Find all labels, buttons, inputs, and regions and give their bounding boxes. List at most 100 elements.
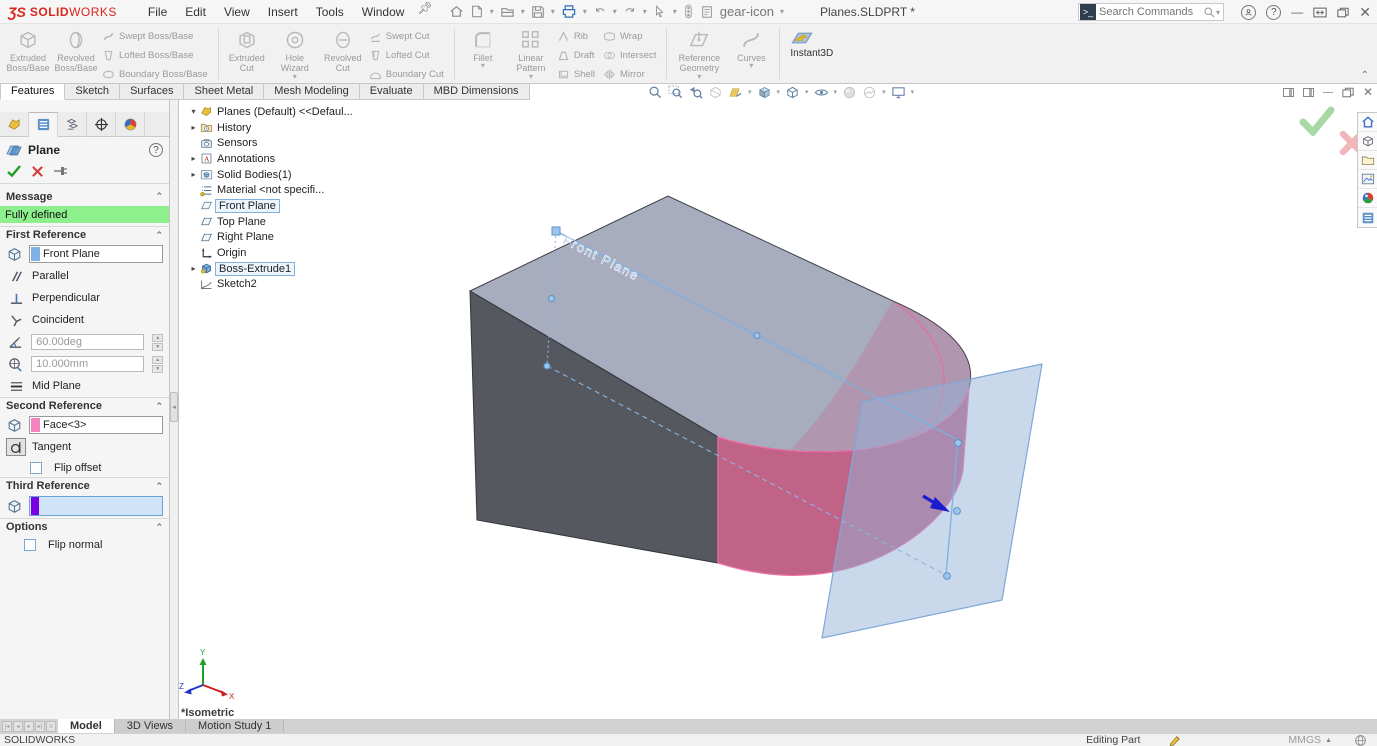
extruded-cut-button[interactable]: Extruded Cut [223,27,271,74]
second-reference-section-header[interactable]: Second Reference⌃ [0,397,169,414]
pin-menu-icon[interactable]: 📌︎ [417,1,432,23]
flip-offset-option[interactable]: Flip offset [0,458,169,477]
view-settings-caret-icon[interactable]: ▾ [911,88,915,96]
coincident-option[interactable]: Coincident [0,309,169,331]
help-icon[interactable]: ? [1266,5,1281,20]
dynamic-annotation-views-icon[interactable] [728,85,743,100]
scroll-prev-icon[interactable]: ◂ [13,721,23,732]
tree-item-label[interactable]: Annotations [217,153,275,165]
tab-configurationmanager-icon[interactable] [58,112,87,137]
third-reference-section-header[interactable]: Third Reference⌃ [0,477,169,494]
tab-sheet-metal[interactable]: Sheet Metal [184,84,264,100]
first-reference-section-header[interactable]: First Reference⌃ [0,226,169,243]
restore-button[interactable] [1337,7,1349,18]
doc-restore-icon[interactable] [1342,87,1354,98]
lofted-cut-button[interactable]: Lofted Cut [369,46,450,65]
swept-boss-button[interactable]: Swept Boss/Base [102,27,214,46]
tree-item-label[interactable]: History [217,122,251,134]
angle-input[interactable]: 60.00deg [31,334,144,350]
file-properties-button[interactable] [698,3,716,21]
flip-normal-option[interactable]: Flip normal [0,535,169,554]
cancel-button[interactable] [31,165,44,178]
custom-properties-icon[interactable] [1358,208,1377,227]
reference-geometry-button[interactable]: Reference Geometry ▾ [671,27,727,80]
swept-cut-button[interactable]: Swept Cut [369,27,450,46]
select-button[interactable] [651,2,669,21]
parallel-option[interactable]: Parallel [0,265,169,287]
tab-sketch[interactable]: Sketch [65,84,120,100]
tab-mesh-modeling[interactable]: Mesh Modeling [264,84,360,100]
status-globe-icon[interactable] [1354,734,1367,746]
extruded-boss-button[interactable]: Extruded Boss/Base [4,27,52,74]
zoom-to-area-icon[interactable] [668,85,683,100]
revolved-boss-button[interactable]: Revolved Boss/Base [52,27,100,74]
curves-button[interactable]: Curves ▾ [727,27,775,69]
tab-featuremanager-icon[interactable] [0,112,29,137]
menu-file[interactable]: File [139,1,176,23]
scroll-next-icon[interactable]: ▸ [24,721,34,732]
zoom-to-fit-icon[interactable] [648,85,663,100]
expand-icon[interactable]: ▸ [187,123,200,132]
print-caret-icon[interactable]: ▾ [583,7,587,16]
account-icon[interactable] [1241,5,1256,20]
collapse-chevron-icon[interactable]: ⌃ [155,522,163,533]
rib-button[interactable]: Rib [557,27,601,46]
redo-button[interactable] [621,3,639,21]
tree-item-label[interactable]: Solid Bodies(1) [217,169,292,181]
instant3d-toggle[interactable]: Instant3D [780,24,843,83]
tree-item-right-plane[interactable]: Right Plane [187,230,402,246]
rebuild-button[interactable] [681,2,696,21]
spin-down-icon[interactable]: ▼ [152,343,163,351]
tab-surfaces[interactable]: Surfaces [120,84,184,100]
scroll-last-icon[interactable]: ▸| [35,721,45,732]
ok-button[interactable] [6,164,22,178]
tree-item-label[interactable]: Material <not specifi... [217,184,324,196]
second-reference-selection-field[interactable]: Face<3> [29,416,163,434]
undo-caret-icon[interactable]: ▾ [613,7,617,16]
home-tab-icon[interactable] [1358,113,1377,132]
tab-motion-study[interactable]: Motion Study 1 [186,719,284,733]
open-caret-icon[interactable]: ▾ [521,7,525,16]
file-explorer-icon[interactable] [1358,151,1377,170]
tree-item-label[interactable]: Top Plane [217,216,266,228]
pm-help-icon[interactable]: ? [149,143,163,157]
fillet-caret-icon[interactable]: ▾ [481,63,485,69]
fillet-button[interactable]: Fillet ▾ [459,27,507,69]
menu-view[interactable]: View [215,1,259,23]
select-caret-icon[interactable]: ▾ [673,7,677,16]
view-orientation-caret-icon[interactable]: ▾ [777,88,781,96]
ribbon-collapse-icon[interactable]: ⌃ [1361,70,1369,81]
hide-show-caret-icon[interactable]: ▾ [834,88,838,96]
hole-wizard-caret-icon[interactable]: ▾ [293,74,297,80]
view-orientation-icon[interactable] [757,85,772,100]
reference-geometry-caret-icon[interactable]: ▾ [697,74,701,80]
tree-item-material[interactable]: Material <not specifi... [187,182,402,198]
units-selector[interactable]: MMGS [1288,734,1321,746]
tab-features[interactable]: Features [0,84,65,100]
menu-insert[interactable]: Insert [259,1,307,23]
menu-edit[interactable]: Edit [176,1,215,23]
tree-root-row[interactable]: ▾ Planes (Default) <<Defaul... [187,104,402,120]
tree-item-sketch2[interactable]: Sketch2 [187,277,402,293]
linear-pattern-button[interactable]: Linear Pattern ▾ [507,27,555,80]
view-palette-icon[interactable] [1358,170,1377,189]
expand-icon[interactable]: ▸ [187,170,200,179]
tree-item-label[interactable]: Front Plane [215,199,280,213]
save-button[interactable] [529,3,547,21]
units-caret-icon[interactable]: ▲ [1325,737,1332,744]
draft-button[interactable]: Draft [557,46,601,65]
hud-caret-icon[interactable]: ▾ [748,88,752,96]
tab-dimxpertmanager-icon[interactable] [87,112,116,137]
tree-item-history[interactable]: ▸ History [187,120,402,136]
display-style-caret-icon[interactable]: ▾ [805,88,809,96]
tab-evaluate[interactable]: Evaluate [360,84,424,100]
tree-item-label[interactable]: Right Plane [217,231,274,243]
graphics-area[interactable]: Front Plane Y X Z ▾ Planes (Default) <<D… [179,100,1377,719]
options-caret-icon[interactable]: ▾ [780,7,784,16]
search-input[interactable] [1099,6,1203,18]
distance-spinner[interactable]: ▲▼ [152,356,163,372]
menu-tools[interactable]: Tools [307,1,353,23]
doc-minimize-icon[interactable]: — [1323,87,1333,98]
print-button[interactable] [559,2,579,21]
tangent-option[interactable]: Tangent [0,436,169,458]
